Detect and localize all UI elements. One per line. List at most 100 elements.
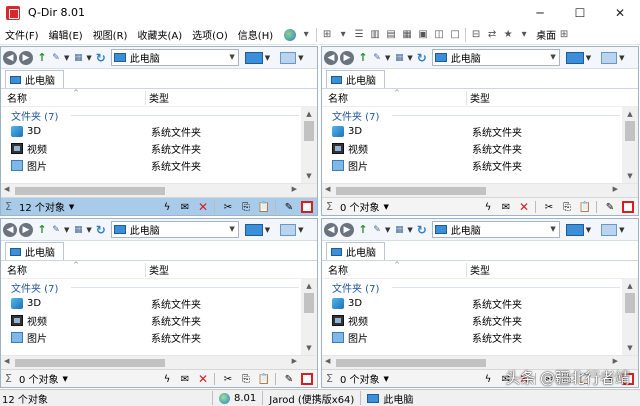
lightning-icon[interactable]: ϟ xyxy=(480,371,496,387)
chevron-down-icon[interactable]: ▼ xyxy=(407,54,412,62)
group-header[interactable]: 文件夹 (7) xyxy=(1,279,317,295)
scroll-thumb[interactable] xyxy=(304,293,314,313)
split-vertical-icon[interactable]: ▥ xyxy=(368,28,382,42)
vertical-scrollbar[interactable]: ▲ ▼ xyxy=(301,107,317,183)
scroll-up-icon[interactable]: ▲ xyxy=(622,107,638,121)
list-item[interactable]: 图片 系统文件夹 xyxy=(1,329,317,346)
window-icon[interactable] xyxy=(280,223,297,236)
column-type-header[interactable]: 类型 xyxy=(470,90,490,105)
chevron-down-icon[interactable]: ▼ xyxy=(229,53,234,61)
scroll-right-icon[interactable]: ▶ xyxy=(292,185,297,193)
list-item[interactable]: 3D 系统文件夹 xyxy=(1,123,317,140)
folder-options-icon[interactable]: ✎ xyxy=(370,223,384,237)
forward-icon[interactable]: ▶ xyxy=(340,222,354,237)
list-view-icon[interactable]: ☰ xyxy=(352,28,366,42)
copy-icon[interactable]: ⎘ xyxy=(559,199,575,215)
chevron-down-icon[interactable]: ▼ xyxy=(619,226,624,234)
column-type-header[interactable]: 类型 xyxy=(149,262,169,277)
paste-icon[interactable]: 📋 xyxy=(256,371,272,387)
group-header[interactable]: 文件夹 (7) xyxy=(322,107,638,123)
menu-info[interactable]: 信息(H) xyxy=(233,27,278,42)
back-icon[interactable]: ◀ xyxy=(3,50,17,65)
scroll-right-icon[interactable]: ▶ xyxy=(292,357,297,365)
lightning-icon[interactable]: ϟ xyxy=(159,371,175,387)
scroll-thumb[interactable] xyxy=(336,359,486,367)
maximize-button[interactable]: ☐ xyxy=(560,0,600,25)
sync-icon[interactable]: ⇄ xyxy=(485,28,499,42)
layout-icon[interactable]: ▣ xyxy=(416,28,430,42)
refresh-icon[interactable]: ↻ xyxy=(94,223,108,237)
address-field[interactable]: 此电脑 ▼ xyxy=(110,221,239,238)
globe-icon[interactable] xyxy=(283,28,297,42)
copy-icon[interactable]: ⎘ xyxy=(238,371,254,387)
chevron-down-icon[interactable]: ▼ xyxy=(384,375,389,383)
horizontal-scrollbar[interactable]: ◀ ▶ xyxy=(322,183,638,197)
chevron-down-icon[interactable]: ▼ xyxy=(385,226,390,234)
cut-icon[interactable]: ✂ xyxy=(220,371,236,387)
delete-icon[interactable]: ✕ xyxy=(195,371,211,387)
chevron-down-icon[interactable]: ▼ xyxy=(298,54,303,62)
chevron-down-icon[interactable]: ▾ xyxy=(336,28,350,42)
edit-icon[interactable]: ✎ xyxy=(281,371,297,387)
scroll-thumb[interactable] xyxy=(625,121,635,141)
chevron-down-icon[interactable]: ▼ xyxy=(619,54,624,62)
chevron-down-icon[interactable]: ▼ xyxy=(550,225,555,233)
chevron-down-icon[interactable]: ▾ xyxy=(299,28,313,42)
forward-icon[interactable]: ▶ xyxy=(340,50,354,65)
tab-this-pc[interactable]: 此电脑 xyxy=(326,242,385,260)
list-item[interactable]: 3D 系统文件夹 xyxy=(322,123,638,140)
list-item[interactable]: 3D 系统文件夹 xyxy=(1,295,317,312)
delete-icon[interactable]: ✕ xyxy=(516,199,532,215)
scroll-down-icon[interactable]: ▼ xyxy=(622,169,638,183)
window-icon[interactable] xyxy=(601,223,618,236)
scroll-thumb[interactable] xyxy=(625,293,635,313)
monitor-icon[interactable] xyxy=(565,51,584,64)
chevron-down-icon[interactable]: ▼ xyxy=(384,203,389,211)
cut-icon[interactable]: ✂ xyxy=(541,199,557,215)
up-folder-icon[interactable]: ↑ xyxy=(356,51,370,65)
layout-alt-icon[interactable]: ◫ xyxy=(432,28,446,42)
list-item[interactable]: 视频 系统文件夹 xyxy=(1,140,317,157)
column-name-header[interactable]: 名称 xyxy=(328,262,348,277)
chevron-down-icon[interactable]: ▼ xyxy=(64,226,69,234)
split-horizontal-icon[interactable]: ▤ xyxy=(384,28,398,42)
delete-icon[interactable]: ✕ xyxy=(195,199,211,215)
vertical-scrollbar[interactable]: ▲ ▼ xyxy=(622,279,638,355)
list-item[interactable]: 视频 系统文件夹 xyxy=(322,312,638,329)
column-type-header[interactable]: 类型 xyxy=(470,262,490,277)
scroll-down-icon[interactable]: ▼ xyxy=(301,169,317,183)
horizontal-scrollbar[interactable]: ◀ ▶ xyxy=(1,355,317,369)
scroll-up-icon[interactable]: ▲ xyxy=(301,107,317,121)
chevron-down-icon[interactable]: ▼ xyxy=(298,226,303,234)
horizontal-scrollbar[interactable]: ◀ ▶ xyxy=(1,183,317,197)
folder-options-icon[interactable]: ✎ xyxy=(370,51,384,65)
chevron-down-icon[interactable]: ▼ xyxy=(229,225,234,233)
address-field[interactable]: 此电脑 ▼ xyxy=(110,49,239,66)
chevron-down-icon[interactable]: ▼ xyxy=(86,54,91,62)
scroll-thumb[interactable] xyxy=(15,187,165,195)
chevron-down-icon[interactable]: ▼ xyxy=(63,375,68,383)
address-field[interactable]: 此电脑 ▼ xyxy=(431,221,560,238)
lightning-icon[interactable]: ϟ xyxy=(159,199,175,215)
menu-view[interactable]: 视图(R) xyxy=(88,27,133,42)
paste-icon[interactable]: 📋 xyxy=(256,199,272,215)
chevron-down-icon[interactable]: ▼ xyxy=(64,54,69,62)
view-mode-icon[interactable]: ▦ xyxy=(71,223,85,237)
scroll-up-icon[interactable]: ▲ xyxy=(622,279,638,293)
address-field[interactable]: 此电脑 ▼ xyxy=(431,49,560,66)
back-icon[interactable]: ◀ xyxy=(324,222,338,237)
forward-icon[interactable]: ▶ xyxy=(19,222,33,237)
back-icon[interactable]: ◀ xyxy=(3,222,17,237)
chevron-down-icon[interactable]: ▼ xyxy=(69,203,74,211)
menu-edit[interactable]: 编辑(E) xyxy=(44,27,88,42)
group-header[interactable]: 文件夹 (7) xyxy=(322,279,638,295)
scroll-left-icon[interactable]: ◀ xyxy=(325,357,330,365)
scroll-down-icon[interactable]: ▼ xyxy=(301,341,317,355)
tab-this-pc[interactable]: 此电脑 xyxy=(5,70,64,88)
column-type-header[interactable]: 类型 xyxy=(149,90,169,105)
tab-this-pc[interactable]: 此电脑 xyxy=(5,242,64,260)
chevron-down-icon[interactable]: ▼ xyxy=(586,226,591,234)
tab-this-pc[interactable]: 此电脑 xyxy=(326,70,385,88)
list-item[interactable]: 图片 系统文件夹 xyxy=(322,329,638,346)
window-icon[interactable] xyxy=(601,51,618,64)
